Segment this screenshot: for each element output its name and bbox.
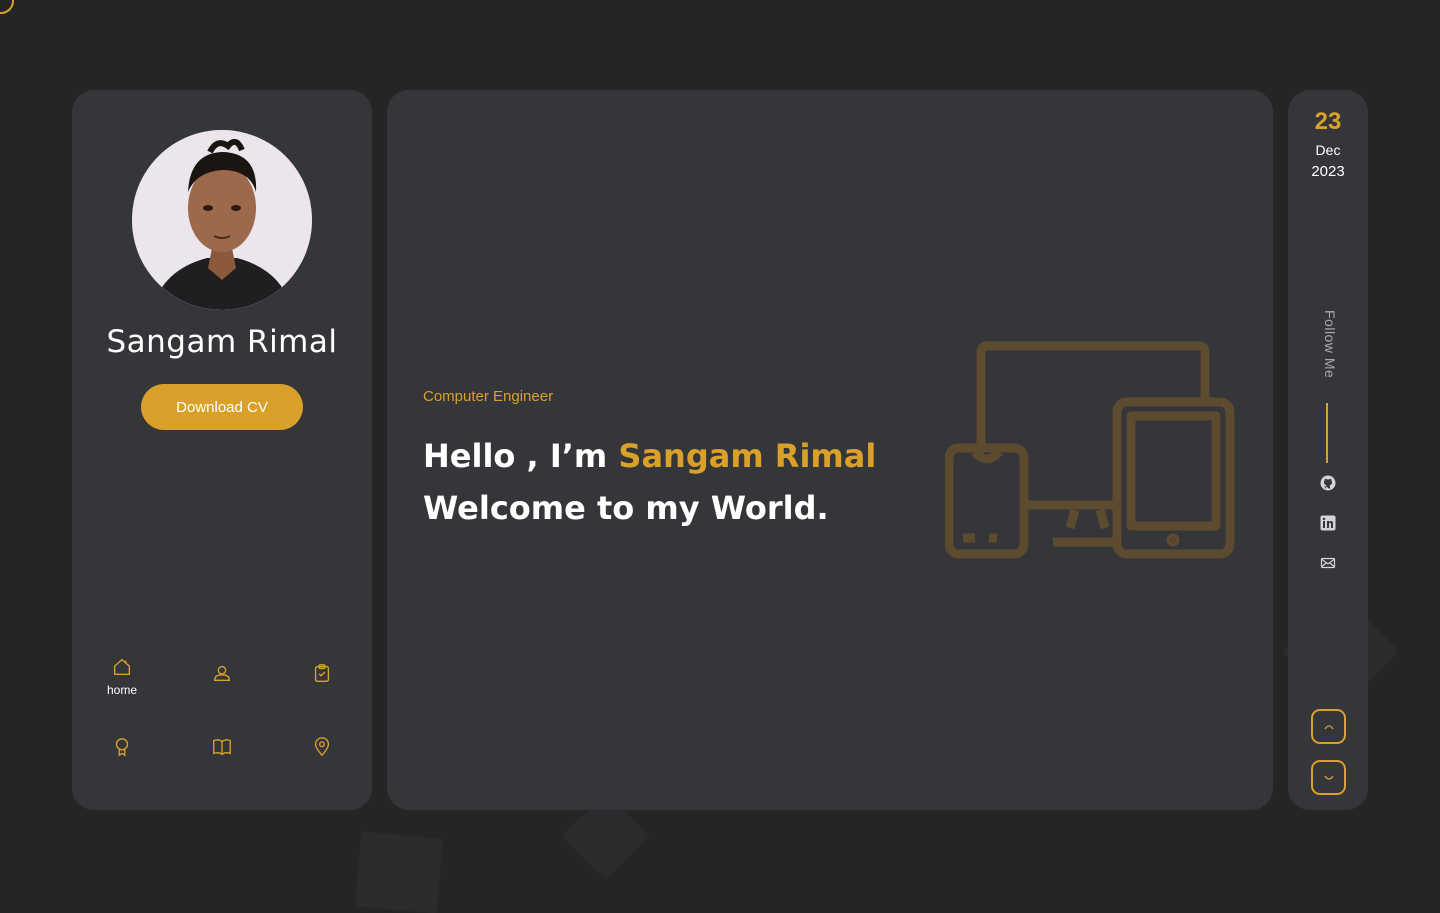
- follow-me-label: Follow Me: [1322, 310, 1338, 379]
- date-year: 2023: [1311, 163, 1345, 180]
- decor-square: [354, 831, 444, 913]
- nav-item-resume[interactable]: [272, 662, 372, 684]
- hero-line-1: Hello , I’m Sangam Rimal: [423, 430, 876, 482]
- date-day: 23: [1314, 108, 1342, 135]
- scroll-up-button[interactable]: [1311, 709, 1346, 744]
- devices-illustration-icon: [945, 341, 1235, 559]
- date-month: Dec: [1315, 142, 1341, 158]
- hero-line-2: Welcome to my World.: [423, 489, 829, 527]
- avatar: [132, 130, 312, 310]
- github-link[interactable]: [1318, 473, 1338, 493]
- chevron-up-icon: [1323, 724, 1334, 729]
- linkedin-icon: [1320, 515, 1336, 531]
- chevron-down-icon: [1323, 775, 1334, 780]
- mail-icon: [1320, 557, 1336, 569]
- user-icon: [213, 665, 231, 682]
- nav-item-blog[interactable]: [172, 736, 272, 758]
- home-icon: [113, 658, 131, 676]
- github-icon: [1320, 475, 1336, 491]
- nav-item-home[interactable]: home: [72, 656, 172, 697]
- scroll-down-button[interactable]: [1311, 760, 1346, 795]
- hero-headline: Hello , I’m Sangam Rimal Welcome to my W…: [423, 430, 876, 534]
- nav-item-awards[interactable]: [72, 736, 172, 758]
- location-pin-icon: [314, 737, 330, 757]
- nav-menu: home: [72, 650, 372, 790]
- award-icon: [115, 738, 129, 757]
- follow-divider: [1326, 403, 1328, 463]
- sidebar-card: 23 Dec 2023 Follow Me: [1288, 90, 1368, 810]
- hero-greeting: Hello , I’m: [423, 437, 608, 475]
- nav-label-home: home: [106, 683, 138, 697]
- profile-name: Sangam Rimal: [106, 324, 338, 360]
- hero-role: Computer Engineer: [423, 388, 554, 405]
- profile-card: Sangam Rimal Download CV home: [72, 90, 372, 810]
- nav-item-about[interactable]: [172, 662, 272, 684]
- download-cv-button[interactable]: Download CV: [141, 384, 303, 430]
- clipboard-check-icon: [314, 664, 330, 682]
- decor-circle: [0, 0, 14, 14]
- linkedin-link[interactable]: [1318, 513, 1338, 533]
- avatar-photo: [132, 130, 312, 310]
- hero-card: Computer Engineer Hello , I’m Sangam Rim…: [387, 90, 1273, 810]
- hero-name: Sangam Rimal: [618, 437, 877, 475]
- nav-item-contact[interactable]: [272, 736, 372, 758]
- book-icon: [213, 739, 231, 756]
- email-link[interactable]: [1318, 553, 1338, 573]
